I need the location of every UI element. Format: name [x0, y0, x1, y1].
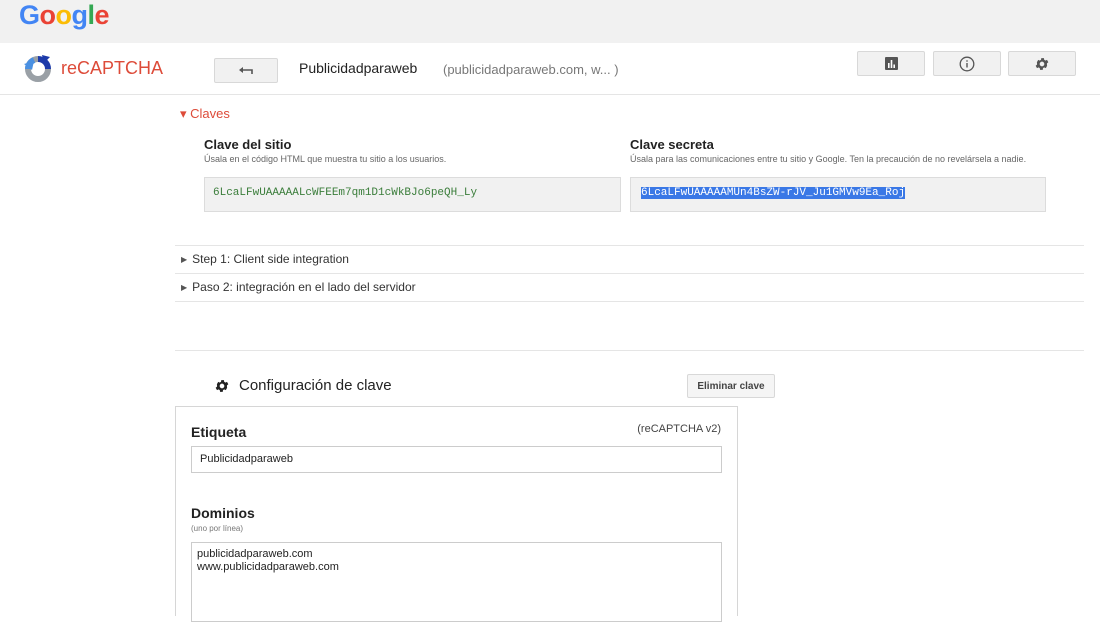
- label-field-title: Etiqueta: [191, 424, 247, 440]
- caret-right-icon: ▶: [181, 283, 188, 292]
- domains-textarea[interactable]: publicidadparaweb.com www.publicidadpara…: [191, 542, 722, 622]
- logo-letter: o: [55, 0, 73, 30]
- back-button[interactable]: [214, 58, 278, 83]
- logo-letter: l: [87, 0, 96, 30]
- key-settings-title: Configuración de clave: [239, 377, 392, 394]
- google-logo[interactable]: Google: [19, 0, 110, 30]
- caret-right-icon: ▶: [181, 255, 188, 264]
- site-key-help: Úsala en el código HTML que muestra tu s…: [204, 154, 447, 164]
- recaptcha-header: reCAPTCHA Publicidadparaweb (publicidadp…: [0, 43, 1100, 95]
- delete-key-button[interactable]: Eliminar clave: [687, 374, 775, 398]
- recaptcha-version: (reCAPTCHA v2): [637, 423, 721, 435]
- secret-key-field[interactable]: 6LcaLFwUAAAAAMUn4BsZW-rJV_Ju1GMVw9Ea_Roj: [630, 177, 1046, 212]
- google-top-bar: Google: [0, 0, 1100, 43]
- site-key-value: 6LcaLFwUAAAAALcWFEEm7qm1D1cWkBJo6peQH_Ly: [213, 187, 478, 199]
- secret-key-label: Clave secreta: [630, 137, 714, 152]
- step-1-label: Step 1: Client side integration: [192, 252, 349, 266]
- gear-icon: [215, 379, 229, 392]
- divider: [175, 245, 1084, 246]
- logo-letter: e: [94, 0, 110, 30]
- domain-line: www.publicidadparaweb.com: [197, 561, 339, 573]
- domains-field-title: Dominios: [191, 505, 255, 521]
- step-1-toggle[interactable]: ▶ Step 1: Client side integration: [181, 252, 349, 266]
- logo-letter: G: [19, 0, 40, 30]
- info-button[interactable]: [933, 51, 1001, 76]
- step-2-label: Paso 2: integración en el lado del servi…: [192, 280, 416, 294]
- back-arrow-icon: [239, 66, 253, 74]
- analytics-icon: [884, 57, 898, 70]
- key-settings-heading: Configuración de clave: [214, 377, 392, 394]
- divider: [175, 273, 1084, 274]
- secret-key-value: 6LcaLFwUAAAAAMUn4BsZW-rJV_Ju1GMVw9Ea_Roj: [641, 187, 906, 199]
- analytics-button[interactable]: [857, 51, 925, 76]
- claves-section-toggle[interactable]: ▾ Claves: [180, 106, 230, 122]
- step-2-toggle[interactable]: ▶ Paso 2: integración en el lado del serv…: [181, 280, 416, 294]
- logo-letter: o: [39, 0, 57, 30]
- divider: [175, 350, 1084, 351]
- site-key-field[interactable]: 6LcaLFwUAAAAALcWFEEm7qm1D1cWkBJo6peQH_Ly: [204, 177, 621, 212]
- label-input-value: Publicidadparaweb: [200, 453, 293, 465]
- site-key-label: Clave del sitio: [204, 137, 292, 152]
- site-name: Publicidadparaweb: [299, 60, 418, 76]
- secret-key-help: Úsala para las comunicaciones entre tu s…: [630, 154, 1027, 164]
- settings-button[interactable]: [1008, 51, 1076, 76]
- settings-gear-icon: [1035, 57, 1049, 70]
- app-title[interactable]: reCAPTCHA: [61, 58, 163, 79]
- logo-letter: g: [71, 0, 89, 30]
- recaptcha-logo-icon: [24, 55, 51, 82]
- info-icon: [959, 56, 975, 71]
- key-settings-card: Etiqueta (reCAPTCHA v2) Publicidadparawe…: [175, 406, 738, 622]
- divider: [175, 301, 1084, 302]
- site-domains: (publicidadparaweb.com, w... ): [443, 62, 619, 77]
- domains-help: (uno por línea): [191, 524, 244, 533]
- label-input[interactable]: Publicidadparaweb: [191, 446, 722, 473]
- domain-line: publicidadparaweb.com: [197, 548, 313, 560]
